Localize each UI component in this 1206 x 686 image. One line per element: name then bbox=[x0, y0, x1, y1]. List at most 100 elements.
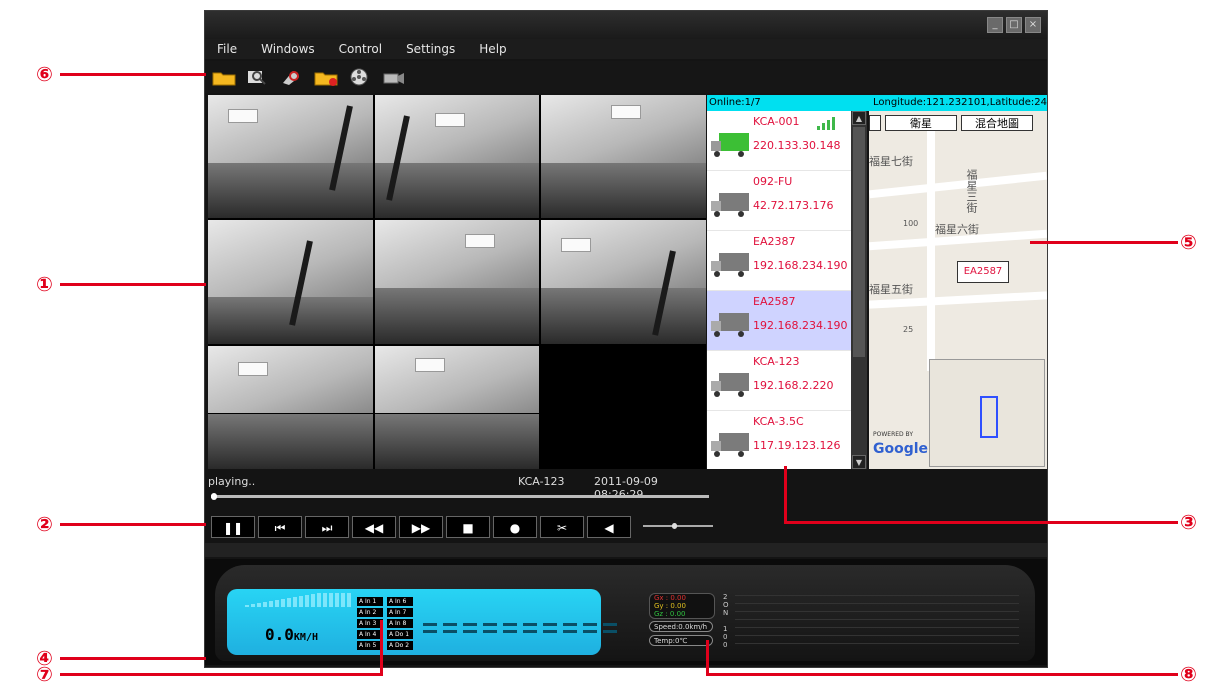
camera-view[interactable] bbox=[208, 345, 373, 469]
playback-progress[interactable] bbox=[211, 493, 709, 500]
menu-help[interactable]: Help bbox=[467, 39, 518, 59]
minimap-viewport[interactable] bbox=[980, 396, 998, 438]
playback-status: playing.. KCA-123 2011-09-09 08:26:29 bbox=[208, 475, 706, 501]
camera-view-empty[interactable] bbox=[541, 345, 706, 469]
vehicle-item[interactable]: KCA-3.5C 117.19.123.126 bbox=[707, 411, 851, 469]
callout-line bbox=[380, 620, 383, 676]
callout-line bbox=[706, 640, 709, 676]
callout-line bbox=[60, 657, 206, 660]
divider bbox=[205, 543, 1047, 557]
find-icon[interactable] bbox=[279, 66, 305, 88]
vehicle-name: KCA-3.5C bbox=[753, 415, 804, 428]
vehicle-item[interactable]: EA2387 192.168.234.190 bbox=[707, 231, 851, 291]
gsensor-values: Gx : 0.00 Gy : 0.00 Gz : 0.00 bbox=[649, 593, 715, 619]
close-button[interactable]: × bbox=[1025, 17, 1041, 33]
map-number: 100 bbox=[903, 219, 919, 228]
menu-windows[interactable]: Windows bbox=[249, 39, 327, 59]
overview-minimap[interactable] bbox=[929, 359, 1045, 467]
gsensor-graph bbox=[735, 595, 1019, 651]
google-logo: Google bbox=[873, 441, 929, 457]
playing-status: playing.. bbox=[208, 475, 256, 488]
vehicle-item[interactable]: KCA-123 192.168.2.220 bbox=[707, 351, 851, 411]
callout-5: ⑤ bbox=[1180, 230, 1197, 254]
gz-value: Gz : 0.00 bbox=[654, 610, 686, 618]
maximize-button[interactable]: □ bbox=[1006, 17, 1022, 33]
gsensor-panel: Gx : 0.00 Gy : 0.00 Gz : 0.00 Speed:0.0k… bbox=[641, 589, 1019, 653]
gy-value: Gy : 0.00 bbox=[654, 602, 686, 610]
menu-control[interactable]: Control bbox=[327, 39, 394, 59]
signal-icon bbox=[817, 117, 835, 130]
alarm-tag: A In 6 bbox=[387, 597, 413, 606]
open-folder-icon[interactable] bbox=[211, 66, 237, 88]
callout-line bbox=[60, 523, 206, 526]
vehicle-item[interactable]: 092-FU 42.72.173.176 bbox=[707, 171, 851, 231]
vehicle-list-scrollbar[interactable]: ▲ ▼ bbox=[851, 111, 867, 469]
dashboard: 0.0KM/H A In 1 A In 6 A In 2 A In 7 A In… bbox=[205, 559, 1047, 665]
camera-view[interactable] bbox=[541, 95, 706, 219]
current-vehicle: KCA-123 bbox=[518, 475, 565, 488]
online-status-bar: Online:1/7 Longitude:121.232101,Latitude… bbox=[707, 95, 1047, 111]
scroll-up-icon[interactable]: ▲ bbox=[852, 111, 866, 125]
rewind-button[interactable]: ◀◀ bbox=[352, 516, 396, 538]
callout-8: ⑧ bbox=[1180, 662, 1197, 686]
volume-button[interactable]: ◀ bbox=[587, 516, 631, 538]
menu-file[interactable]: File bbox=[205, 39, 249, 59]
title-bar[interactable]: _ □ × bbox=[205, 11, 1047, 39]
pause-button[interactable]: ❚❚ bbox=[211, 516, 255, 538]
map-button-hybrid[interactable]: 混合地圖 bbox=[961, 115, 1033, 131]
search-icon[interactable] bbox=[245, 66, 271, 88]
gps-coordinates: Longitude:121.232101,Latitude:24 bbox=[873, 97, 1047, 108]
camera-view[interactable] bbox=[374, 220, 540, 344]
street-label: 福星三街 bbox=[965, 169, 978, 213]
indicator-dashes bbox=[423, 623, 617, 633]
callout-line bbox=[784, 466, 787, 524]
camera-view[interactable] bbox=[374, 95, 540, 219]
alarm-tag: A Do 1 bbox=[387, 630, 413, 639]
powered-by-label: POWERED BY bbox=[873, 431, 914, 438]
camera-view[interactable] bbox=[541, 220, 706, 344]
minimize-button[interactable]: _ bbox=[987, 17, 1003, 33]
vehicle-marker[interactable]: EA2587 bbox=[957, 261, 1009, 283]
temperature-pill: Temp:0℃ bbox=[649, 635, 713, 646]
camera-view[interactable] bbox=[208, 220, 373, 344]
map-button-satellite[interactable]: 衛星 bbox=[885, 115, 957, 131]
next-button[interactable]: ⏭ bbox=[305, 516, 349, 538]
map-view[interactable]: 衛星 混合地圖 福星七街 福星六街 福星五街 福星三街 100 25 EA258… bbox=[869, 111, 1047, 469]
vehicle-item[interactable]: KCA-001 220.133.30.148 bbox=[707, 111, 851, 171]
vehicle-name: KCA-001 bbox=[753, 115, 800, 128]
street-label: 福星七街 bbox=[869, 155, 913, 168]
alarm-tag: A In 1 bbox=[357, 597, 383, 606]
fast-forward-button[interactable]: ▶▶ bbox=[399, 516, 443, 538]
menu-bar: File Windows Control Settings Help bbox=[205, 39, 1047, 59]
speed-unit: KM/H bbox=[293, 632, 318, 643]
vehicle-list: KCA-001 220.133.30.148 092-FU 42.72.173.… bbox=[707, 111, 851, 469]
camera-icon[interactable] bbox=[381, 66, 407, 88]
toolbar bbox=[205, 61, 1047, 93]
callout-line bbox=[706, 673, 1178, 676]
previous-button[interactable]: ⏮ bbox=[258, 516, 302, 538]
vehicle-ip: 42.72.173.176 bbox=[753, 199, 834, 212]
volume-knob[interactable] bbox=[672, 523, 678, 529]
cut-button[interactable]: ✂ bbox=[540, 516, 584, 538]
volume-slider[interactable] bbox=[643, 523, 713, 529]
scroll-thumb[interactable] bbox=[853, 127, 865, 357]
vehicle-ip: 192.168.2.220 bbox=[753, 379, 834, 392]
menu-settings[interactable]: Settings bbox=[394, 39, 467, 59]
alarm-tag: A In 8 bbox=[387, 619, 413, 628]
camera-view[interactable] bbox=[374, 345, 540, 469]
camera-view[interactable] bbox=[208, 95, 373, 219]
video-grid bbox=[208, 95, 706, 469]
vehicle-item-selected[interactable]: EA2587 192.168.234.190 bbox=[707, 291, 851, 351]
record-button[interactable]: ● bbox=[493, 516, 537, 538]
gsensor-axis: 2ON 100 bbox=[723, 593, 729, 649]
progress-knob[interactable] bbox=[211, 493, 217, 500]
alarm-tag: A In 7 bbox=[387, 608, 413, 617]
delete-folder-icon[interactable] bbox=[313, 66, 339, 88]
reel-icon[interactable] bbox=[347, 66, 373, 88]
scroll-down-icon[interactable]: ▼ bbox=[852, 455, 866, 469]
map-button-map[interactable] bbox=[869, 115, 881, 131]
callout-line bbox=[784, 521, 1178, 524]
street-label: 福星六街 bbox=[935, 223, 979, 236]
stop-button[interactable]: ■ bbox=[446, 516, 490, 538]
truck-icon bbox=[711, 193, 749, 217]
